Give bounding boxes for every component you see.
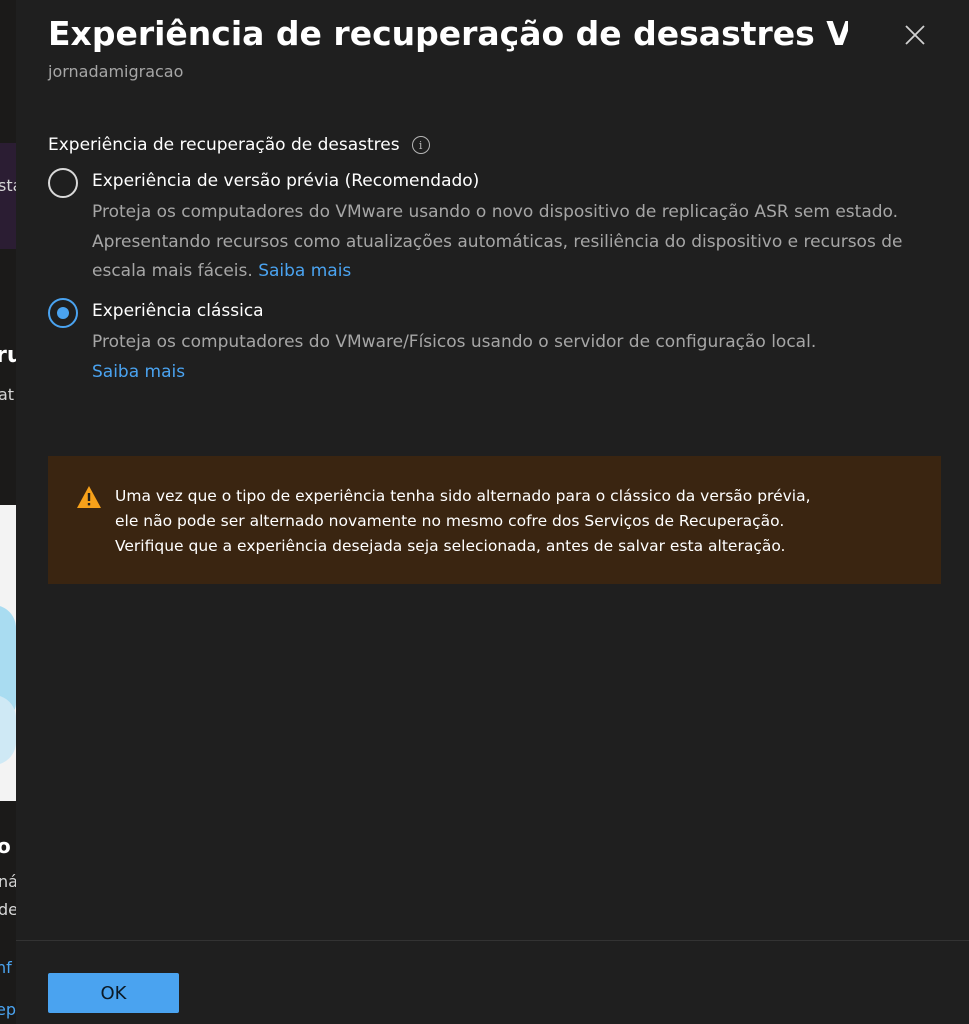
background-illustration — [0, 505, 16, 801]
background-text-fragment: ru — [0, 343, 16, 368]
screen: sta ru at o ná de nf ep Experiência de r… — [0, 0, 969, 1024]
warning-banner: Uma vez que o tipo de experiência tenha … — [48, 456, 941, 584]
option-description: Proteja os computadores do VMware/Físico… — [92, 328, 962, 387]
option-description-text: Proteja os computadores do VMware/Físico… — [92, 332, 817, 352]
warning-line: Verifique que a experiência desejada sej… — [115, 537, 786, 555]
footer-divider — [16, 940, 969, 941]
panel-subtitle: jornadamigracao — [48, 62, 184, 81]
info-icon[interactable]: i — [411, 136, 430, 154]
background-text-fragment: at — [0, 385, 15, 404]
background-banner — [0, 143, 16, 249]
radio-classic-experience[interactable] — [48, 298, 78, 328]
warning-line: ele não pode ser alternado novamente no … — [115, 512, 785, 530]
close-button[interactable] — [900, 20, 930, 50]
background-text-fragment: ná — [0, 872, 16, 891]
close-icon — [905, 25, 925, 45]
background-text-fragment: de — [0, 900, 16, 919]
background-text-fragment: sta — [0, 176, 16, 195]
ok-button[interactable]: OK — [48, 973, 179, 1013]
radio-preview-experience[interactable] — [48, 168, 78, 198]
panel-title: Experiência de recuperação de desastres … — [48, 14, 848, 53]
learn-more-link[interactable]: Saiba mais — [92, 362, 185, 382]
background-link-fragment[interactable]: ep — [0, 1000, 16, 1019]
warning-text: Uma vez que o tipo de experiência tenha … — [115, 484, 925, 559]
section-label: Experiência de recuperação de desastres … — [48, 135, 430, 155]
option-description-text: Proteja os computadores do VMware usando… — [92, 202, 903, 281]
background-link-fragment[interactable]: nf — [0, 958, 12, 977]
option-label[interactable]: Experiência clássica — [92, 301, 264, 321]
warning-line: Uma vez que o tipo de experiência tenha … — [115, 487, 811, 505]
warning-icon — [77, 486, 101, 508]
background-text-fragment: o — [0, 834, 11, 858]
background-page: sta ru at o ná de nf ep — [0, 0, 16, 1024]
option-description: Proteja os computadores do VMware usando… — [92, 198, 962, 287]
option-label[interactable]: Experiência de versão prévia (Recomendad… — [92, 171, 479, 191]
section-label-text: Experiência de recuperação de desastres — [48, 135, 400, 155]
disaster-recovery-panel: Experiência de recuperação de desastres … — [16, 0, 969, 1024]
learn-more-link[interactable]: Saiba mais — [258, 261, 351, 281]
